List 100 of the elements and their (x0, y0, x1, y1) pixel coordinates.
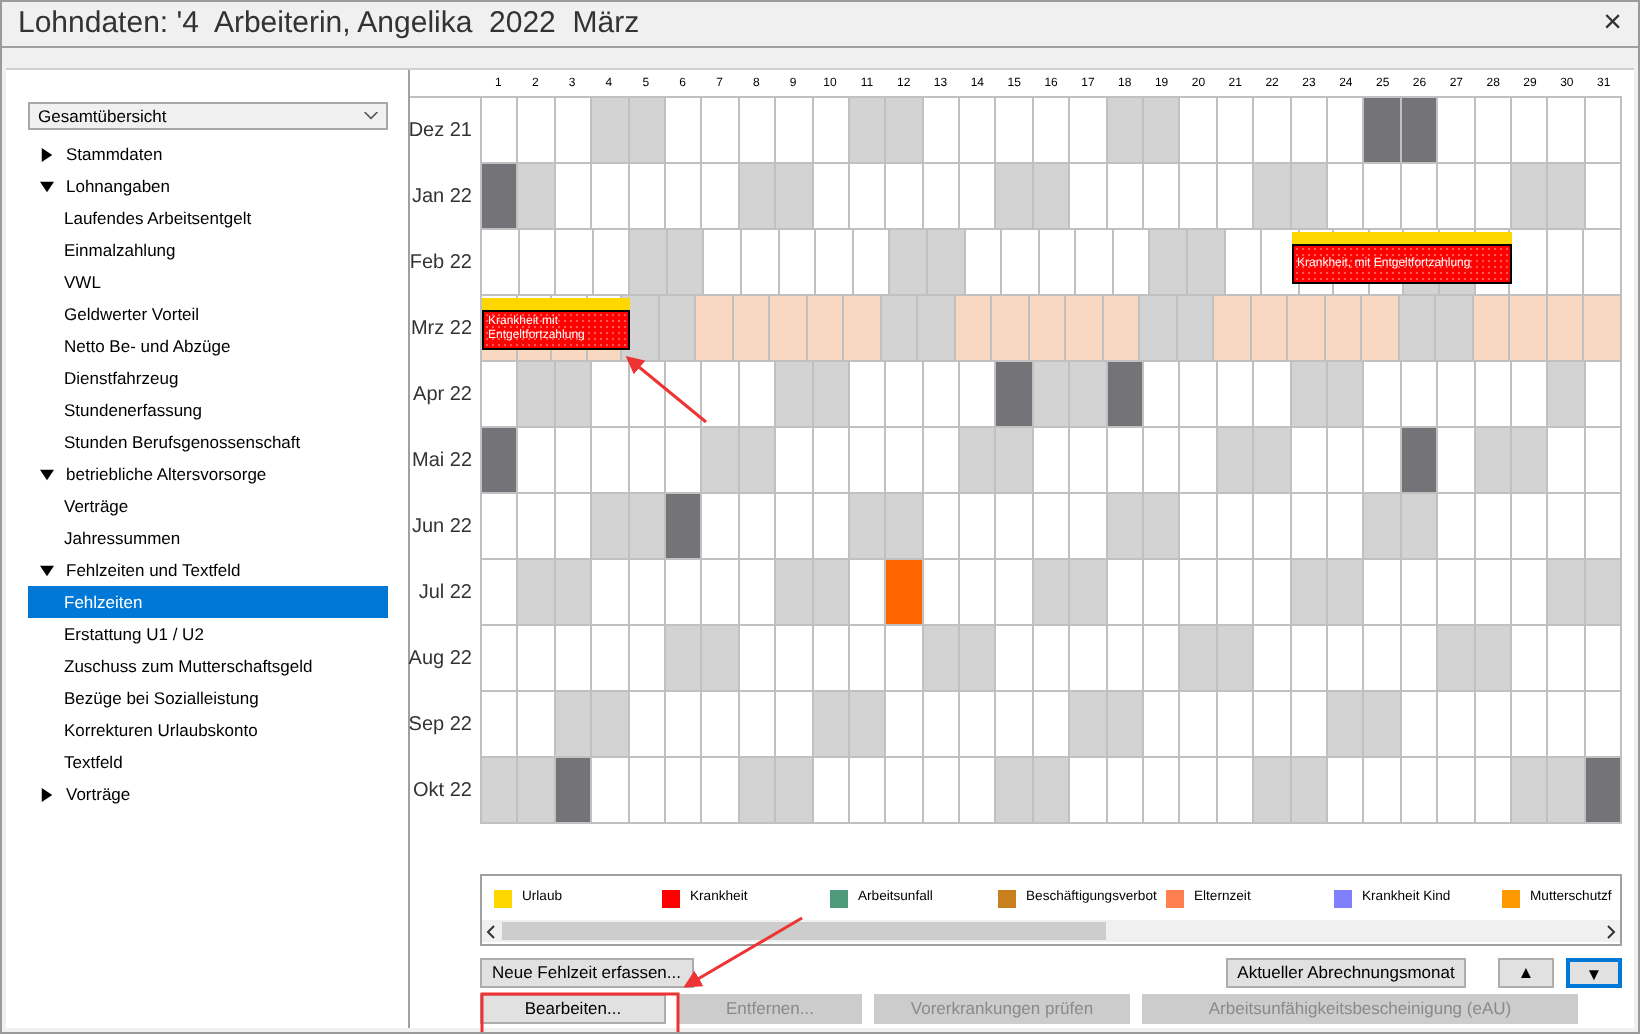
day-cell[interactable] (1180, 428, 1218, 494)
weekend-cell[interactable] (1291, 164, 1328, 230)
button[interactable]: ▲ (1498, 958, 1554, 988)
day-cell[interactable] (1033, 692, 1071, 758)
day-cell[interactable] (996, 692, 1034, 758)
day-cell[interactable] (1217, 560, 1255, 626)
close-button[interactable]: × (1603, 8, 1622, 40)
holiday-cell[interactable] (482, 428, 519, 494)
period-day-cell[interactable] (587, 350, 623, 362)
day-cell[interactable] (923, 692, 961, 758)
period-day-cell[interactable] (1288, 296, 1326, 362)
weekend-cell[interactable] (518, 164, 556, 230)
weekend-cell[interactable] (1291, 758, 1328, 824)
weekend-cell[interactable] (1475, 626, 1512, 692)
day-cell[interactable] (1225, 230, 1263, 296)
day-cell[interactable] (1585, 626, 1623, 692)
weekend-cell[interactable] (1070, 362, 1108, 428)
day-cell[interactable] (1033, 428, 1071, 494)
weekend-cell[interactable] (960, 428, 997, 494)
day-cell[interactable] (776, 692, 814, 758)
day-cell[interactable] (1475, 494, 1512, 560)
weekend-cell[interactable] (1150, 230, 1188, 296)
day-cell[interactable] (1144, 362, 1181, 428)
weekend-cell[interactable] (996, 164, 1034, 230)
holiday-cell[interactable] (996, 362, 1034, 428)
weekend-cell[interactable] (1585, 560, 1623, 626)
day-cell[interactable] (849, 626, 887, 692)
day-cell[interactable] (1511, 560, 1549, 626)
weekend-cell[interactable] (1511, 758, 1549, 824)
period-day-cell[interactable] (807, 296, 845, 362)
weekend-cell[interactable] (1033, 560, 1071, 626)
day-cell[interactable] (960, 692, 997, 758)
day-cell[interactable] (702, 494, 740, 560)
weekend-cell[interactable] (1548, 560, 1586, 626)
weekend-cell[interactable] (1440, 284, 1476, 296)
day-cell[interactable] (665, 164, 703, 230)
day-cell[interactable] (739, 362, 777, 428)
day-cell[interactable] (1548, 428, 1586, 494)
day-cell[interactable] (739, 626, 777, 692)
weekend-cell[interactable] (1291, 560, 1328, 626)
weekend-cell[interactable] (739, 164, 777, 230)
weekend-cell[interactable] (592, 98, 630, 164)
day-cell[interactable] (1475, 692, 1512, 758)
day-cell[interactable] (1217, 362, 1255, 428)
day-cell[interactable] (1438, 164, 1476, 230)
tree-item[interactable]: Bezüge bei Sozialleistung (28, 682, 388, 714)
day-cell[interactable] (1475, 560, 1512, 626)
day-cell[interactable] (555, 164, 593, 230)
day-cell[interactable] (776, 98, 814, 164)
holiday-cell[interactable] (665, 494, 703, 560)
tree-item[interactable]: Stundenerfassung (28, 394, 388, 426)
day-cell[interactable] (592, 758, 630, 824)
weekend-cell[interactable] (1438, 626, 1476, 692)
day-cell[interactable] (1548, 626, 1586, 692)
expanded-triangle-icon[interactable] (40, 467, 54, 481)
day-cell[interactable] (665, 98, 703, 164)
day-cell[interactable] (1070, 494, 1108, 560)
period-day-cell[interactable] (1325, 296, 1363, 362)
day-cell[interactable] (1070, 428, 1108, 494)
day-cell[interactable] (960, 494, 997, 560)
day-cell[interactable] (1144, 692, 1181, 758)
day-cell[interactable] (1217, 758, 1255, 824)
weekend-cell[interactable] (776, 164, 814, 230)
day-cell[interactable] (1475, 284, 1511, 296)
button[interactable]: Aktueller Abrechnungsmonat (1226, 958, 1466, 988)
day-cell[interactable] (886, 362, 924, 428)
weekend-cell[interactable] (555, 560, 593, 626)
day-cell[interactable] (1107, 626, 1145, 692)
day-cell[interactable] (1291, 428, 1328, 494)
day-cell[interactable] (1511, 692, 1549, 758)
weekend-cell[interactable] (1217, 626, 1255, 692)
view-dropdown[interactable]: Gesamtübersicht (28, 102, 388, 130)
day-cell[interactable] (1254, 362, 1292, 428)
day-cell[interactable] (1107, 164, 1145, 230)
day-cell[interactable] (555, 494, 593, 560)
day-cell[interactable] (923, 494, 961, 560)
weekend-cell[interactable] (776, 758, 814, 824)
day-cell[interactable] (886, 758, 924, 824)
tree-group[interactable]: Lohnangaben (66, 173, 171, 199)
day-cell[interactable] (1217, 98, 1255, 164)
day-cell[interactable] (923, 164, 961, 230)
weekend-cell[interactable] (1548, 758, 1586, 824)
weekend-cell[interactable] (918, 296, 956, 362)
weekend-cell[interactable] (1144, 98, 1181, 164)
day-cell[interactable] (1327, 164, 1365, 230)
day-cell[interactable] (1401, 692, 1439, 758)
day-cell[interactable] (1585, 494, 1623, 560)
period-day-cell[interactable] (992, 296, 1030, 362)
day-cell[interactable] (923, 560, 961, 626)
horizontal-scrollbar[interactable] (482, 920, 1620, 942)
weekend-cell[interactable] (1254, 164, 1292, 230)
tree-group[interactable]: betriebliche Altersvorsorge (66, 461, 267, 487)
period-day-cell[interactable] (1547, 296, 1585, 362)
day-cell[interactable] (665, 758, 703, 824)
day-cell[interactable] (1070, 758, 1108, 824)
day-cell[interactable] (816, 230, 854, 296)
day-cell[interactable] (960, 362, 997, 428)
weekend-cell[interactable] (1177, 296, 1215, 362)
day-cell[interactable] (960, 758, 997, 824)
day-cell[interactable] (1217, 164, 1255, 230)
